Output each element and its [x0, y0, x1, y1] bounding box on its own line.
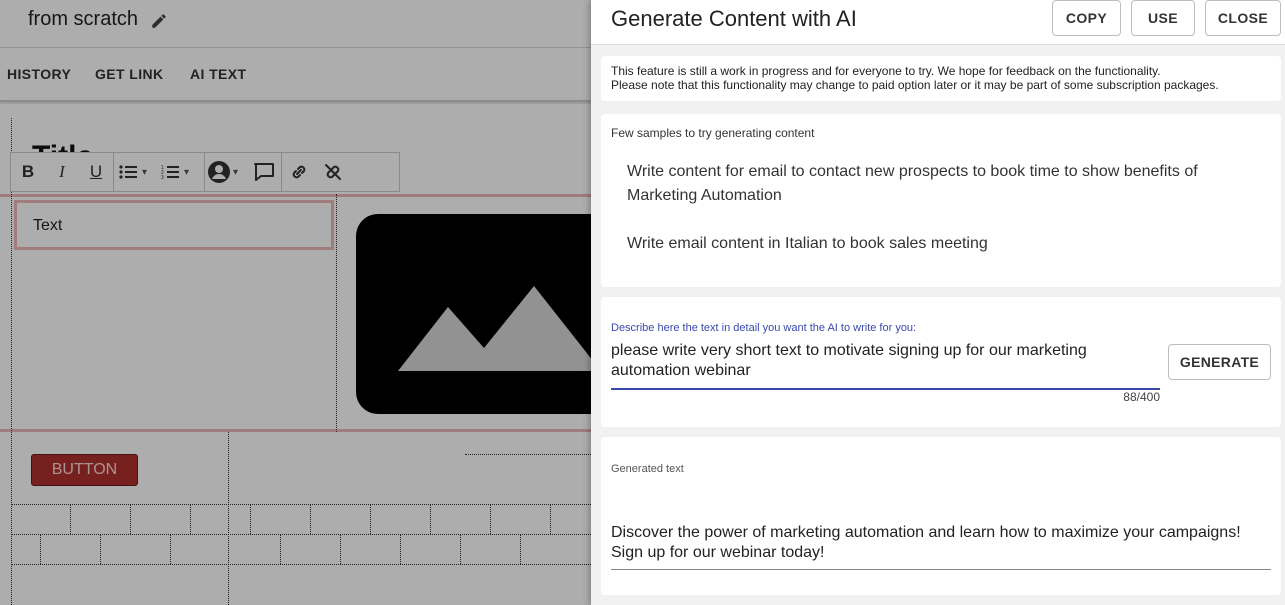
panel-title: Generate Content with AI: [611, 6, 857, 31]
sample-prompt[interactable]: Write content for email to contact new p…: [627, 160, 1247, 208]
samples-card: Few samples to try generating content Wr…: [601, 114, 1281, 287]
output-label: Generated text: [611, 463, 684, 475]
generate-button[interactable]: GENERATE: [1168, 344, 1271, 380]
sample-prompt[interactable]: Write email content in Italian to book s…: [627, 232, 1247, 256]
generated-text-field[interactable]: Discover the power of marketing automati…: [611, 523, 1271, 570]
prompt-card: Describe here the text in detail you wan…: [601, 297, 1281, 427]
notice-card: This feature is still a work in progress…: [601, 56, 1281, 101]
copy-button[interactable]: COPY: [1052, 0, 1121, 36]
notice-line: This feature is still a work in progress…: [611, 64, 1161, 78]
character-counter: 88/400: [1123, 390, 1160, 404]
panel-header: Generate Content with AI COPY USE CLOSE: [591, 0, 1285, 45]
close-button[interactable]: CLOSE: [1205, 0, 1281, 36]
output-card: Generated text Discover the power of mar…: [601, 437, 1281, 595]
samples-label: Few samples to try generating content: [611, 126, 815, 140]
notice-line: Please note that this functionality may …: [611, 78, 1219, 92]
prompt-label: Describe here the text in detail you wan…: [611, 322, 917, 334]
use-button[interactable]: USE: [1131, 0, 1195, 36]
ai-content-panel: Generate Content with AI COPY USE CLOSE …: [591, 0, 1285, 605]
prompt-textarea[interactable]: please write very short text to motivate…: [611, 341, 1160, 390]
